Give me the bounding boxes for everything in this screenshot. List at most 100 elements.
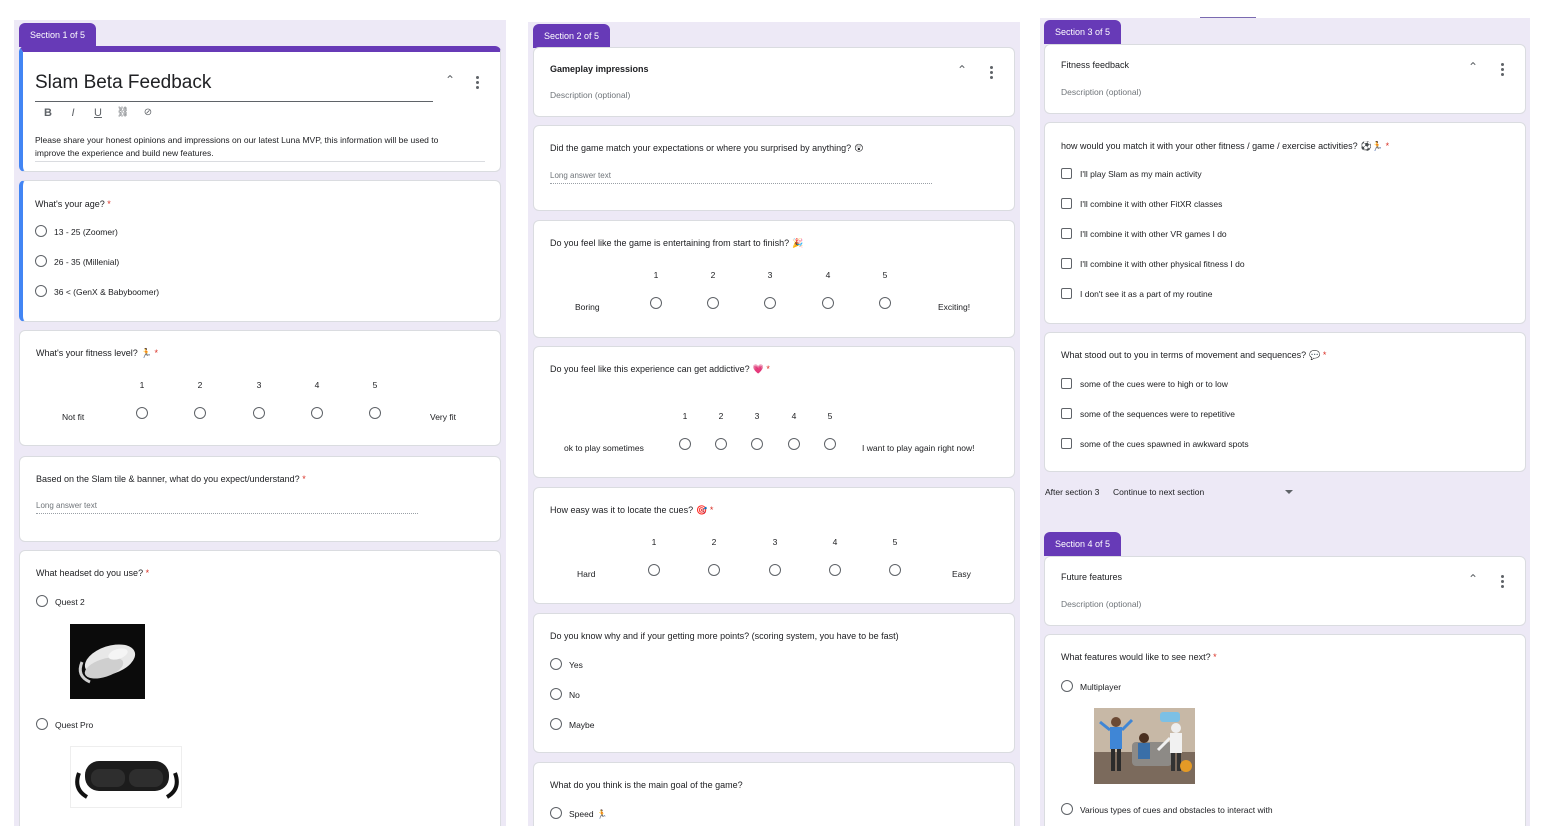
entertain-radio-5[interactable] <box>879 297 891 309</box>
age-radio-3[interactable] <box>35 285 47 297</box>
features-radio-cues[interactable] <box>1061 803 1073 815</box>
entertain-radio-3[interactable] <box>764 297 776 309</box>
match-checkbox-5[interactable] <box>1061 288 1072 299</box>
description-underline <box>35 161 485 162</box>
expectations-answer-field[interactable]: Long answer text <box>550 171 932 184</box>
collapse-icon[interactable]: ⌃ <box>955 63 969 77</box>
headset-radio-quest2[interactable] <box>36 595 48 607</box>
match-checkbox-2[interactable] <box>1061 198 1072 209</box>
age-question: What's your age? * <box>35 199 111 209</box>
goal-radio-speed[interactable] <box>550 807 562 819</box>
entertain-question-card[interactable]: Do you feel like the game is entertainin… <box>533 220 1015 338</box>
fitness-radio-5[interactable] <box>369 407 381 419</box>
addictive-radio-5[interactable] <box>824 438 836 450</box>
match-checkbox-4[interactable] <box>1061 258 1072 269</box>
more-options-icon[interactable] <box>1501 575 1504 590</box>
questpro-image <box>70 746 182 808</box>
more-options-icon[interactable] <box>990 66 993 81</box>
entertain-question: Do you feel like the game is entertainin… <box>550 238 804 248</box>
addictive-radio-3[interactable] <box>751 438 763 450</box>
locate-radio-1[interactable] <box>648 564 660 576</box>
entertain-radio-4[interactable] <box>822 297 834 309</box>
more-options-icon[interactable] <box>1501 63 1504 78</box>
underline-button[interactable]: U <box>91 107 105 119</box>
match-question-card[interactable]: how would you match it with your other f… <box>1044 122 1526 324</box>
addictive-scale-2: 2 <box>718 411 724 421</box>
entertain-radio-2[interactable] <box>707 297 719 309</box>
fitness-question-card[interactable]: What's your fitness level? 🏃 * 1 2 3 4 5 … <box>19 330 501 446</box>
points-option-yes: Yes <box>569 660 583 670</box>
section-4-header-card[interactable]: Future features Description (optional) ⌃ <box>1044 556 1526 626</box>
section-3-title[interactable]: Fitness feedback <box>1061 60 1129 70</box>
link-icon[interactable]: ⛓ <box>116 107 130 118</box>
locate-high-label: Easy <box>952 569 971 579</box>
addictive-radio-2[interactable] <box>715 438 727 450</box>
form-title[interactable]: Slam Beta Feedback <box>35 72 211 94</box>
more-options-icon[interactable] <box>476 76 479 91</box>
section-2-title[interactable]: Gameplay impressions <box>550 64 649 74</box>
expect-question-card[interactable]: Based on the Slam tile & banner, what do… <box>19 456 501 542</box>
headset-radio-questpro[interactable] <box>36 718 48 730</box>
entertain-scale-3: 3 <box>767 270 773 280</box>
entertain-high-label: Exciting! <box>938 302 971 312</box>
headset-option-quest2: Quest 2 <box>55 597 85 607</box>
collapse-icon[interactable]: ⌃ <box>443 73 457 87</box>
form-description[interactable]: Please share your honest opinions and im… <box>35 134 485 160</box>
features-question-card[interactable]: What features would like to see next? * … <box>1044 634 1526 826</box>
features-radio-multiplayer[interactable] <box>1061 680 1073 692</box>
goal-question-card[interactable]: What do you think is the main goal of th… <box>533 762 1015 826</box>
match-checkbox-1[interactable] <box>1061 168 1072 179</box>
clear-format-icon[interactable]: ⊘ <box>141 107 155 118</box>
match-checkbox-3[interactable] <box>1061 228 1072 239</box>
fitness-radio-2[interactable] <box>194 407 206 419</box>
title-underline <box>35 101 433 102</box>
collapse-icon[interactable]: ⌃ <box>1466 572 1480 586</box>
stood-checkbox-3[interactable] <box>1061 438 1072 449</box>
locate-radio-3[interactable] <box>769 564 781 576</box>
addictive-radio-1[interactable] <box>679 438 691 450</box>
points-radio-no[interactable] <box>550 688 562 700</box>
section-4-title[interactable]: Future features <box>1061 572 1122 582</box>
fitness-low-label: Not fit <box>62 412 85 422</box>
expect-answer-field[interactable]: Long answer text <box>36 501 418 514</box>
age-question-card[interactable]: What's your age? * 13 - 25 (Zoomer) 26 -… <box>19 180 501 322</box>
section-2-header-card[interactable]: Gameplay impressions Description (option… <box>533 47 1015 117</box>
locate-radio-2[interactable] <box>708 564 720 576</box>
italic-button[interactable]: I <box>66 107 80 119</box>
fitness-radio-1[interactable] <box>136 407 148 419</box>
stood-checkbox-2[interactable] <box>1061 408 1072 419</box>
entertain-radio-1[interactable] <box>650 297 662 309</box>
addictive-question-card[interactable]: Do you feel like this experience can get… <box>533 346 1015 478</box>
stood-checkbox-1[interactable] <box>1061 378 1072 389</box>
match-question: how would you match it with your other f… <box>1061 141 1390 151</box>
after-section-select[interactable]: Continue to next section <box>1113 487 1204 497</box>
addictive-radio-4[interactable] <box>788 438 800 450</box>
form-title-card[interactable]: Slam Beta Feedback ⌃ B I U ⛓ ⊘ Please sh… <box>19 46 501 172</box>
section-3-description[interactable]: Description (optional) <box>1061 87 1141 97</box>
bold-button[interactable]: B <box>41 107 55 119</box>
quest2-image <box>70 624 145 699</box>
expectations-question-card[interactable]: Did the game match your expectations or … <box>533 125 1015 211</box>
fitness-radio-3[interactable] <box>253 407 265 419</box>
points-radio-yes[interactable] <box>550 658 562 670</box>
locate-question-card[interactable]: How easy was it to locate the cues? 🎯 * 1… <box>533 487 1015 604</box>
chevron-down-icon[interactable] <box>1285 490 1293 494</box>
section-4-description[interactable]: Description (optional) <box>1061 599 1141 609</box>
age-option-3: 36 < (GenX & Babyboomer) <box>54 287 160 297</box>
locate-radio-5[interactable] <box>889 564 901 576</box>
goal-option-speed: Speed 🏃 <box>569 809 608 819</box>
points-question-card[interactable]: Do you know why and if your getting more… <box>533 613 1015 753</box>
section-3-header-card[interactable]: Fitness feedback Description (optional) … <box>1044 44 1526 114</box>
locate-radio-4[interactable] <box>829 564 841 576</box>
fitness-radio-4[interactable] <box>311 407 323 419</box>
headset-option-questpro: Quest Pro <box>55 720 94 730</box>
stood-question-card[interactable]: What stood out to you in terms of moveme… <box>1044 332 1526 472</box>
points-radio-maybe[interactable] <box>550 718 562 730</box>
age-radio-2[interactable] <box>35 255 47 267</box>
headset-question-card[interactable]: What headset do you use? * Quest 2 Quest… <box>19 550 501 826</box>
age-radio-1[interactable] <box>35 225 47 237</box>
section-2-description[interactable]: Description (optional) <box>550 90 630 100</box>
collapse-icon[interactable]: ⌃ <box>1466 60 1480 74</box>
section-4-tab: Section 4 of 5 <box>1044 532 1122 556</box>
addictive-scale-3: 3 <box>754 411 760 421</box>
